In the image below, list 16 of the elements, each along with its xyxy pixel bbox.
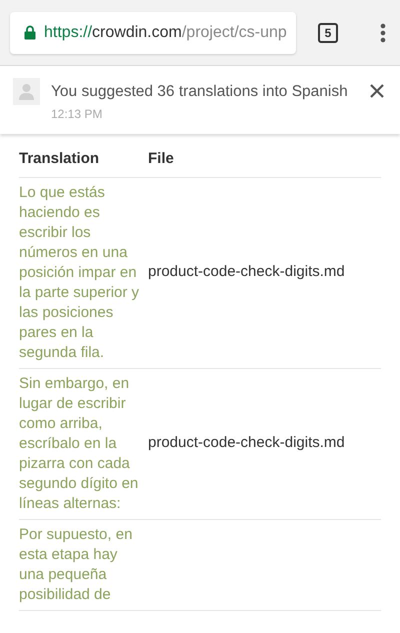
notification-time: 12:13 PM	[51, 106, 104, 124]
translation-text: Sin embargo, en lugar de escribir como arriba, escríbalo en la pizarra con cada segundo dígito en líneas alternas:	[19, 374, 140, 514]
file-name: product-code-check-digits.md	[148, 262, 345, 282]
avatar-icon	[13, 78, 40, 105]
column-header: Translation	[19, 149, 100, 169]
url-text: https://crowdin.com/project/cs-unp	[44, 22, 287, 42]
file-name: product-code-check-digits.md	[148, 433, 345, 454]
notification-message: You suggested 36 translations into Spanish	[51, 82, 348, 102]
close-icon[interactable]	[370, 84, 384, 98]
translation-text: Lo que estás haciendo es escribir los números en una posición impar en la parte superior y las posiciones pares en la segunda fila.	[19, 182, 140, 362]
lock-icon	[24, 25, 36, 40]
tab-count-button[interactable]: 5	[318, 22, 338, 42]
menu-icon[interactable]	[380, 22, 386, 42]
address-bar[interactable]: https://crowdin.com/project/cs-unp	[10, 12, 296, 54]
translation-text: Por supuesto, en esta etapa hay una pequeña posibilidad de	[19, 524, 134, 604]
column-header: File	[148, 149, 174, 169]
